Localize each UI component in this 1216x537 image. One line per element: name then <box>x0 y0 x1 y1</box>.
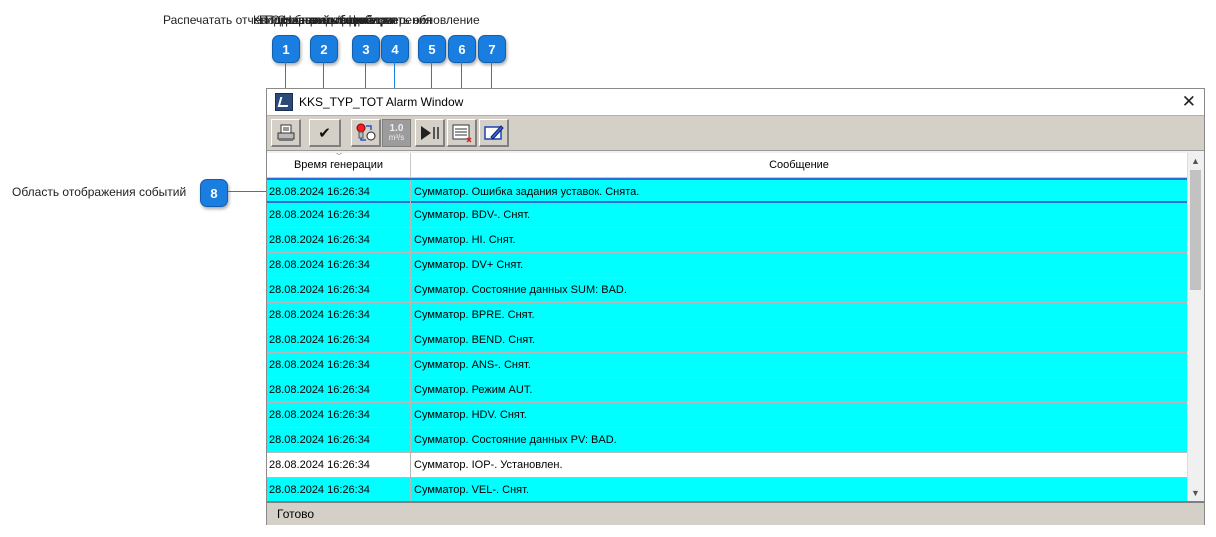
row-message: Сумматор. IOP-. Установлен. <box>414 459 563 471</box>
column-separator <box>410 203 411 228</box>
details-button[interactable] <box>351 119 381 147</box>
table-row[interactable]: 28.08.2024 16:26:34 Сумматор. VEL-. Снят. <box>267 478 1187 501</box>
callout-badge-6: 6 <box>448 35 476 63</box>
details-icon <box>356 123 375 141</box>
title-bar[interactable]: KKS_TYP_TOT Alarm Window ✕ <box>267 89 1204 115</box>
status-bar: Готово <box>267 501 1204 525</box>
table-row[interactable]: 28.08.2024 16:26:34 Сумматор. BEND. Снят. <box>267 328 1187 353</box>
table-row[interactable]: 28.08.2024 16:26:34 Сумматор. IOP-. Устан… <box>267 453 1187 478</box>
sort-indicator-icon: ﹀ <box>335 153 343 161</box>
acknowledge-button[interactable]: ✔ <box>309 119 341 147</box>
callout-badge-4: 4 <box>381 35 409 63</box>
row-time: 28.08.2024 16:26:34 <box>269 284 370 296</box>
printer-icon <box>277 124 294 141</box>
table-row[interactable]: 28.08.2024 16:26:34 Сумматор. Состояние д… <box>267 428 1187 453</box>
units-button[interactable]: 1.0 m³/s <box>382 119 411 147</box>
column-separator <box>410 180 411 205</box>
play-pause-icon <box>420 125 439 140</box>
table-row[interactable]: 28.08.2024 16:26:34 Сумматор. ANS-. Снят. <box>267 353 1187 378</box>
close-button[interactable]: ✕ <box>1182 92 1196 112</box>
row-message: Сумматор. BDV-. Снят. <box>414 209 531 221</box>
table-row[interactable]: 28.08.2024 16:26:34 Сумматор. BDV-. Снят. <box>267 203 1187 228</box>
row-message: Сумматор. DV+ Снят. <box>414 259 524 271</box>
column-separator <box>410 403 411 428</box>
callout-label-filter: Настройки фильтра <box>283 13 393 27</box>
column-separator <box>410 378 411 403</box>
row-message: Сумматор. HI. Снят. <box>414 234 516 246</box>
units-label: m³/s <box>388 133 405 142</box>
column-separator <box>410 353 411 378</box>
filter-settings-button[interactable] <box>479 119 509 147</box>
column-separator <box>410 453 411 478</box>
column-separator <box>410 228 411 253</box>
row-message: Сумматор. BEND. Снят. <box>414 334 536 346</box>
save-to-file-button[interactable] <box>447 119 477 147</box>
table-row[interactable]: 28.08.2024 16:26:34 Сумматор. HDV. Снят. <box>267 403 1187 428</box>
vertical-scrollbar[interactable]: ▲ ▼ <box>1187 153 1203 501</box>
row-time: 28.08.2024 16:26:34 <box>269 359 370 371</box>
column-header-time[interactable]: ﹀ Время генерации <box>267 153 411 177</box>
row-time: 28.08.2024 16:26:34 <box>269 209 370 221</box>
column-separator <box>410 253 411 278</box>
table-row[interactable]: 28.08.2024 16:26:34 Сумматор. DV+ Снят. <box>267 253 1187 278</box>
callout-badge-1: 1 <box>272 35 300 63</box>
table-row[interactable]: 28.08.2024 16:26:34 Сумматор. Ошибка зада… <box>267 178 1187 205</box>
table-row[interactable]: 28.08.2024 16:26:34 Сумматор. HI. Снят. <box>267 228 1187 253</box>
row-time: 28.08.2024 16:26:34 <box>269 459 370 471</box>
app-icon <box>275 93 293 111</box>
callout-label-print: Распечатать отчет <box>163 13 266 27</box>
callout-badge-7: 7 <box>478 35 506 63</box>
print-button[interactable] <box>271 119 301 147</box>
scroll-thumb[interactable] <box>1190 170 1201 290</box>
scroll-up-icon[interactable]: ▲ <box>1188 153 1203 169</box>
column-separator <box>410 478 411 501</box>
row-time: 28.08.2024 16:26:34 <box>269 309 370 321</box>
units-value: 1.0 <box>389 123 404 134</box>
status-text: Готово <box>277 507 315 521</box>
table-row[interactable]: 28.08.2024 16:26:34 Сумматор. Состояние д… <box>267 278 1187 303</box>
callout-badge-8: 8 <box>200 179 228 207</box>
row-time: 28.08.2024 16:26:34 <box>269 234 370 246</box>
events-grid[interactable]: ﹀ Время генерации Сообщение 28.08.2024 1… <box>267 153 1203 501</box>
row-message: Сумматор. VEL-. Снят. <box>414 484 530 496</box>
row-message: Сумматор. Режим AUT. <box>414 384 533 396</box>
row-message: Сумматор. BPRE. Снят. <box>414 309 535 321</box>
row-time: 28.08.2024 16:26:34 <box>269 186 370 198</box>
save-list-icon <box>452 124 472 143</box>
column-separator <box>410 278 411 303</box>
row-message: Сумматор. Ошибка задания уставок. Снята. <box>414 186 640 198</box>
table-row[interactable]: 28.08.2024 16:26:34 Сумматор. BPRE. Снят. <box>267 303 1187 328</box>
toolbar: ✔ 1.0 m³/s <box>267 115 1204 151</box>
column-separator <box>410 303 411 328</box>
callout-badge-5: 5 <box>418 35 446 63</box>
scroll-down-icon[interactable]: ▼ <box>1188 485 1203 501</box>
column-separator <box>410 328 411 353</box>
row-message: Сумматор. Состояние данных PV: BAD. <box>414 434 617 446</box>
column-header-message-label: Сообщение <box>769 159 829 171</box>
row-time: 28.08.2024 16:26:34 <box>269 259 370 271</box>
edit-filter-icon <box>483 124 504 140</box>
callout-badge-2: 2 <box>310 35 338 63</box>
pause-resume-button[interactable] <box>415 119 445 147</box>
row-time: 28.08.2024 16:26:34 <box>269 434 370 446</box>
row-time: 28.08.2024 16:26:34 <box>269 334 370 346</box>
column-header-message[interactable]: Сообщение <box>411 153 1187 177</box>
window-title: KKS_TYP_TOT Alarm Window <box>299 95 464 109</box>
table-row[interactable]: 28.08.2024 16:26:34 Сумматор. Режим AUT. <box>267 378 1187 403</box>
table-rows: 28.08.2024 16:26:34 Сумматор. Ошибка зада… <box>267 178 1187 501</box>
events-area-label: Область отображения событий <box>12 185 187 199</box>
row-message: Сумматор. Состояние данных SUM: BAD. <box>414 284 627 296</box>
column-separator <box>410 428 411 453</box>
row-time: 28.08.2024 16:26:34 <box>269 409 370 421</box>
table-header: ﹀ Время генерации Сообщение <box>267 153 1187 178</box>
row-message: Сумматор. HDV. Снят. <box>414 409 527 421</box>
connector-line-8 <box>228 191 268 192</box>
row-message: Сумматор. ANS-. Снят. <box>414 359 531 371</box>
checkmark-icon: ✔ <box>318 124 331 142</box>
row-time: 28.08.2024 16:26:34 <box>269 484 370 496</box>
callout-badge-3: 3 <box>352 35 380 63</box>
alarm-window: KKS_TYP_TOT Alarm Window ✕ ✔ 1.0 m³/s ﹀ … <box>266 88 1205 525</box>
row-time: 28.08.2024 16:26:34 <box>269 384 370 396</box>
